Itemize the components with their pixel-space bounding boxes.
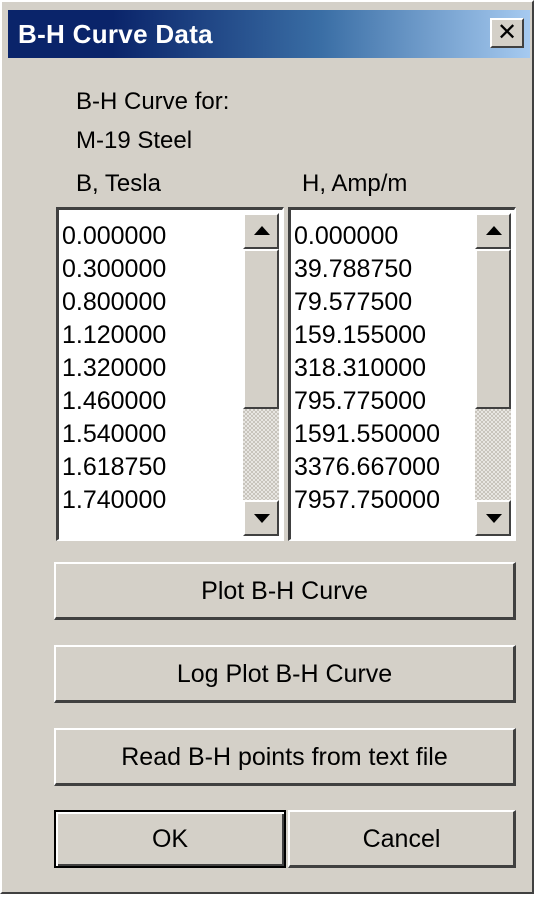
list-item[interactable]: 318.310000: [294, 352, 440, 385]
b-scroll-thumb[interactable]: [243, 249, 279, 409]
close-icon: ✕: [496, 18, 518, 46]
list-item[interactable]: 1.460000: [62, 385, 166, 418]
b-column-label: B, Tesla: [76, 170, 161, 197]
list-item[interactable]: 3376.667000: [294, 451, 440, 484]
h-scroll-up-button[interactable]: [475, 213, 511, 249]
ok-button[interactable]: OK: [54, 810, 286, 868]
bh-curve-dialog: B-H Curve Data ✕ B-H Curve for: M-19 Ste…: [0, 0, 534, 894]
list-item[interactable]: 1.740000: [62, 484, 166, 517]
list-item[interactable]: 0.000000: [294, 220, 440, 253]
scroll-up-arrow-icon: [254, 226, 270, 235]
h-scroll-thumb[interactable]: [475, 249, 511, 409]
list-item[interactable]: 0.300000: [62, 253, 166, 286]
h-scroll-down-button[interactable]: [475, 500, 511, 536]
h-values-list: 0.000000 39.788750 79.577500 159.155000 …: [294, 220, 440, 517]
b-values-listbox[interactable]: 0.000000 0.300000 0.800000 1.120000 1.32…: [56, 207, 284, 541]
list-item[interactable]: 1.120000: [62, 319, 166, 352]
list-item[interactable]: 1.320000: [62, 352, 166, 385]
b-values-list: 0.000000 0.300000 0.800000 1.120000 1.32…: [62, 220, 166, 517]
cancel-button[interactable]: Cancel: [288, 810, 516, 868]
list-item[interactable]: 1.540000: [62, 418, 166, 451]
material-name: M-19 Steel: [76, 127, 193, 154]
list-item[interactable]: 795.775000: [294, 385, 440, 418]
scroll-down-arrow-icon: [486, 514, 502, 523]
scroll-up-arrow-icon: [486, 226, 502, 235]
scroll-down-arrow-icon: [254, 514, 270, 523]
list-item[interactable]: 159.155000: [294, 319, 440, 352]
h-list-scrollbar[interactable]: [475, 213, 511, 536]
close-button[interactable]: ✕: [490, 18, 524, 48]
b-scroll-down-button[interactable]: [243, 500, 279, 536]
b-list-scrollbar[interactable]: [243, 213, 279, 536]
title-bar[interactable]: B-H Curve Data ✕: [8, 10, 530, 58]
list-item[interactable]: 7957.750000: [294, 484, 440, 517]
list-item[interactable]: 0.800000: [62, 286, 166, 319]
list-item[interactable]: 1.618750: [62, 451, 166, 484]
h-values-listbox[interactable]: 0.000000 39.788750 79.577500 159.155000 …: [288, 207, 516, 541]
list-item[interactable]: 1591.550000: [294, 418, 440, 451]
list-item[interactable]: 0.000000: [62, 220, 166, 253]
list-item[interactable]: 79.577500: [294, 286, 440, 319]
list-item[interactable]: 39.788750: [294, 253, 440, 286]
read-bh-points-button[interactable]: Read B-H points from text file: [54, 728, 516, 786]
b-scroll-up-button[interactable]: [243, 213, 279, 249]
window-title: B-H Curve Data: [18, 19, 213, 49]
curve-for-label: B-H Curve for:: [76, 88, 230, 115]
log-plot-bh-curve-button[interactable]: Log Plot B-H Curve: [54, 645, 516, 703]
h-column-label: H, Amp/m: [302, 170, 408, 197]
plot-bh-curve-button[interactable]: Plot B-H Curve: [54, 562, 516, 620]
